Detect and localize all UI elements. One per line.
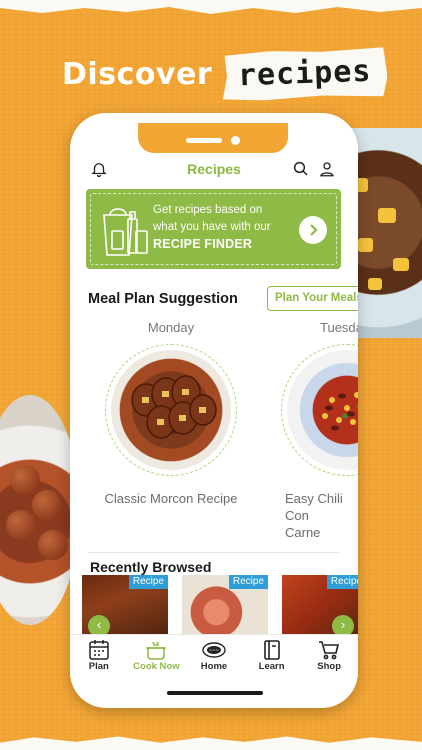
meal-plan-title: Meal Plan Suggestion	[88, 291, 238, 307]
plan-your-meals-button[interactable]: Plan Your Meals	[267, 286, 358, 311]
recent-recipe-card[interactable]: Recipe	[182, 575, 268, 637]
recipe-plate	[281, 344, 358, 476]
banner-line-2: what you have with our	[153, 221, 271, 233]
tab-label: Learn	[258, 661, 285, 672]
tab-label: Home	[200, 661, 228, 672]
page-title: Recipes	[187, 161, 241, 177]
recipe-tag: Recipe	[228, 575, 268, 589]
day-label: Monday	[147, 320, 195, 335]
banner-text: Get recipes based on what you have with …	[153, 202, 303, 254]
day-label: Tuesday	[320, 320, 358, 335]
recipe-plate	[105, 344, 237, 476]
calendar-icon	[89, 640, 109, 660]
user-icon[interactable]	[318, 160, 336, 178]
banner-go-button[interactable]	[299, 216, 327, 244]
pot-icon	[146, 641, 167, 660]
recent-recipe-card[interactable]: Recipe ‹	[82, 575, 168, 637]
headline-recipes-tag: recipes	[221, 47, 388, 102]
meal-card-tuesday[interactable]: Tuesday Easy Chili Con Carne	[281, 320, 358, 541]
banner-line-1: Get recipes based on	[153, 204, 263, 216]
tab-plan[interactable]: Plan	[70, 635, 128, 676]
phone-mockup: Recipes Get recipes based on what you ha…	[70, 113, 358, 708]
groceries-icon	[103, 208, 148, 256]
recipe-tag: Recipe	[326, 575, 358, 589]
morcon-photo	[111, 350, 231, 470]
tab-label: Cook Now	[133, 661, 180, 672]
recipe-name: Easy Chili Con Carne	[285, 491, 343, 540]
cart-icon	[319, 641, 340, 660]
recipe-tag: Recipe	[128, 575, 168, 589]
headline: Discover recipes	[62, 50, 388, 99]
chevron-right-icon	[310, 224, 318, 236]
app-header: Recipes	[70, 155, 358, 183]
phone-notch	[138, 123, 288, 153]
brand-logo-icon: ~~~	[202, 642, 226, 658]
recipe-name: Classic Morcon Recipe	[104, 491, 238, 506]
bottom-tab-bar: Plan Cook Now ~~~ Home Learn Shop	[70, 634, 358, 676]
tab-shop[interactable]: Shop	[300, 635, 358, 676]
headline-discover: Discover	[62, 57, 213, 92]
tab-home[interactable]: ~~~ Home	[185, 635, 243, 676]
headline-recipes: recipes	[237, 53, 373, 94]
book-icon	[263, 640, 280, 660]
recent-recipe-card[interactable]: Recipe ›	[282, 575, 358, 637]
section-divider	[88, 552, 340, 553]
home-indicator[interactable]	[167, 691, 263, 695]
banner-line-3: RECIPE FINDER	[153, 237, 253, 251]
tab-label: Shop	[317, 661, 342, 672]
tab-label: Plan	[88, 661, 109, 672]
svg-text:~~~: ~~~	[209, 648, 219, 653]
tab-cook-now[interactable]: Cook Now	[128, 635, 186, 676]
search-icon[interactable]	[292, 160, 310, 178]
recently-browsed-title: Recently Browsed	[90, 559, 212, 575]
recipe-finder-banner[interactable]: Get recipes based on what you have with …	[86, 189, 341, 269]
chili-photo	[287, 350, 358, 470]
tab-learn[interactable]: Learn	[243, 635, 301, 676]
meal-card-monday[interactable]: Monday Classic Morcon Recipe	[91, 320, 251, 507]
